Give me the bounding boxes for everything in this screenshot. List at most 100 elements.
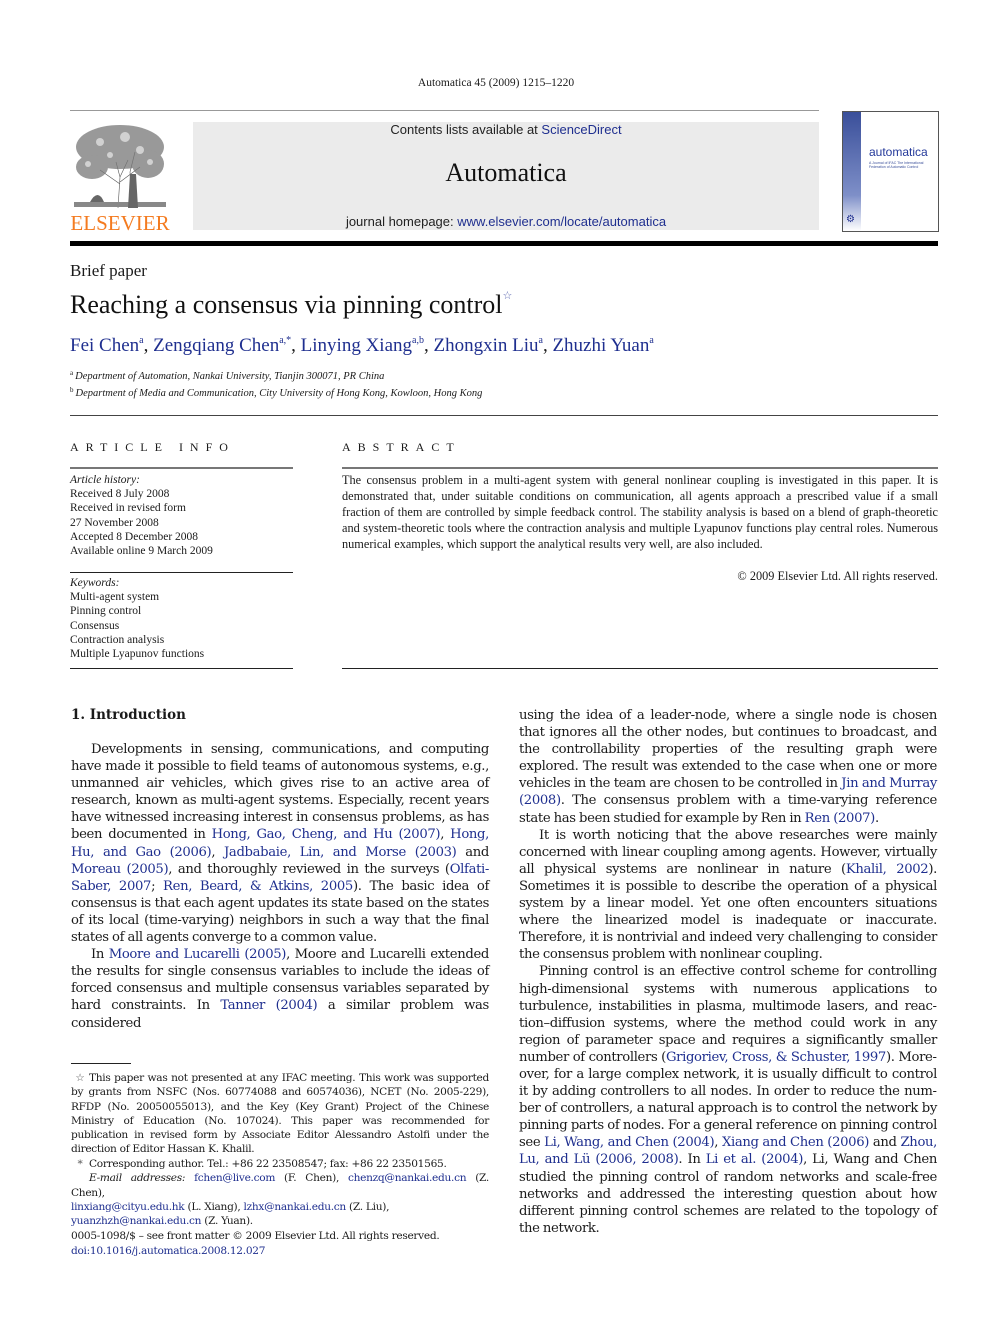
body-text: In [91,947,109,963]
body-paragraph: Developments in sensing, communications,… [71,741,489,946]
title-block-rule [70,415,938,416]
body-paragraph: In Moore and Lucarelli (2005), Moore and… [71,946,489,1031]
elsevier-tree-icon [70,122,170,210]
body-text: , [714,1135,722,1151]
citation-link[interactable]: Xiang and Chen (2006) [722,1135,869,1150]
body-right-column: using the idea of a leader-node, where a… [519,707,937,1237]
citation-link[interactable]: Moore and Lucarelli (2005) [109,947,287,962]
keyword-item: Contraction analysis [70,633,165,646]
history-item: 27 November 2008 [70,516,159,529]
author-link[interactable]: Zhongxin Liu [433,335,538,356]
email-owner: (Z. Liu) [349,1200,387,1213]
article-type: Brief paper [70,261,147,280]
email-owner: (F. Chen) [284,1172,336,1185]
abstract-text: The consensus problem in a multi-agent s… [342,473,938,551]
corresponding-author-text: Corresponding author. Tel.: +86 22 23508… [89,1158,447,1170]
affiliation-text: Department of Media and Communication, C… [75,388,483,399]
body-text: . In [678,1152,706,1168]
abstract-heading: ABSTRACT [342,440,461,454]
sciencedirect-link[interactable]: ScienceDirect [541,122,621,137]
cover-title: automatica [869,145,928,159]
body-left-column: Developments in sensing, communications,… [71,741,489,1032]
ifac-logo-icon: ⚙ [846,214,855,225]
author-link[interactable]: Zengqiang Chen [153,335,279,356]
running-head: Automatica 45 (2009) 1215–1220 [417,77,575,89]
email-owner: (Z. Yuan). [204,1215,253,1228]
article-info-rule [70,467,293,469]
citation-link[interactable]: Ren (2007) [805,811,876,826]
keyword-item: Pinning control [70,605,142,618]
citation-link[interactable]: Ren, Beard, & Atkins, 2005 [163,879,353,894]
affiliation-text: Department of Automation, Nankai Univers… [75,371,385,382]
footnote-funding: ☆ This paper was not presented at any IFA… [71,1071,489,1157]
citation-link[interactable]: Jadbabaie, Lin, and Morse (2003) [224,845,457,860]
article-info-bottom-rule [70,668,293,669]
body-text: , and thoroughly reviewed in the surveys… [168,861,450,877]
abstract-copyright: © 2009 Elsevier Ltd. All rights reserved… [737,569,938,583]
elsevier-wordmark: ELSEVIER [70,211,170,235]
footnote-corresponding: * Corresponding author. Tel.: +86 22 2350… [71,1158,489,1228]
contents-line: Contents lists available at ScienceDirec… [193,122,819,137]
citation-link[interactable]: Grigoriev, Cross, & Schuster, 1997 [666,1050,886,1065]
footnote-star-mark: ☆ [75,1072,85,1084]
article-info-heading: ARTICLE INFO [70,440,235,454]
footnote-rule [71,1063,131,1064]
masthead-bottom-rule [70,241,938,246]
journal-name: Automatica [445,158,567,187]
history-item: Received in revised form [70,502,186,515]
journal-homepage-link[interactable]: www.elsevier.com/locate/automatica [457,214,666,229]
section-heading: 1. Introduction [71,707,186,723]
author-list: Fei Chena, Zengqiang Chena,*, Linying Xi… [70,335,654,356]
journal-cover-thumbnail[interactable]: automatica A Journal of IFAC The Interna… [842,111,939,232]
citation-link[interactable]: Moreau (2005) [71,862,169,877]
body-text: , [440,827,451,843]
email-link[interactable]: chenzq@nankai.edu.cn [348,1172,467,1184]
history-item: Received 8 July 2008 [70,488,170,501]
citation-link[interactable]: Khalil, 2002 [846,862,929,877]
email-owner: (L. Xiang) [187,1200,238,1213]
body-text: , [211,844,224,860]
citation-link[interactable]: Li, Wang, and Chen (2004) [544,1135,714,1150]
affiliation: b Department of Media and Communication, … [70,386,482,399]
keyword-item: Multi-agent system [70,591,160,604]
email-link[interactable]: yuanzhzh@nankai.edu.cn [71,1215,202,1227]
body-text: and [869,1135,901,1151]
paper-title: Reaching a consensus via pinning control… [70,289,512,320]
keyword-item: Consensus [70,619,120,632]
history-item: Available online 9 March 2009 [70,545,213,558]
front-matter: 0005-1098/$ – see front matter © 2009 El… [71,1229,440,1259]
author-link[interactable]: Linying Xiang [301,335,412,356]
contents-prefix: Contents lists available at [390,122,542,137]
cover-subtitle: A Journal of IFAC The International Fede… [869,161,924,169]
affiliation: a Department of Automation, Nankai Univer… [70,369,384,382]
email-link[interactable]: lzhx@nankai.edu.cn [244,1201,347,1213]
author-link[interactable]: Zhuzhi Yuan [552,335,649,356]
keywords: Keywords: Multi-agent system Pinning con… [70,576,295,661]
author-affil-mark[interactable]: a,b [412,335,424,346]
email-link[interactable]: linxiang@cityu.edu.hk [71,1201,185,1213]
article-history-label: Article history: [70,474,140,486]
affiliation-mark: a [70,369,74,377]
history-item: Accepted 8 December 2008 [70,530,199,543]
affiliation-mark: b [70,386,74,394]
citation-link[interactable]: Li et al. (2004) [706,1152,804,1167]
author-affil-mark[interactable]: a [649,335,653,346]
masthead-banner: Contents lists available at ScienceDirec… [193,122,819,230]
email-label: E-mail addresses: [89,1172,186,1185]
doi-link[interactable]: doi:10.1016/j.automatica.2008.12.027 [71,1245,265,1257]
author-affil-mark[interactable]: a,* [279,335,291,346]
issn-line: 0005-1098/$ – see front matter © 2009 El… [71,1230,440,1242]
citation-link[interactable]: Hong, Gao, Cheng, and Hu (2007) [212,827,441,842]
body-paragraph: Pinning control is an effective control … [519,963,937,1237]
elsevier-logo[interactable]: ELSEVIER [70,122,170,235]
footnote-asterisk-mark: * [77,1158,83,1170]
citation-link[interactable]: Tanner (2004) [220,998,317,1013]
article-history: Article history: Received 8 July 2008 Re… [70,473,295,558]
masthead-top-rule [70,110,819,111]
homepage-prefix: journal homepage: [345,214,458,229]
title-footnote-mark[interactable]: ☆ [503,290,513,302]
body-text: and [456,844,490,860]
email-link[interactable]: fchen@live.com [194,1172,275,1184]
article-info-divider [70,572,293,573]
author-link[interactable]: Fei Chen [70,335,139,356]
